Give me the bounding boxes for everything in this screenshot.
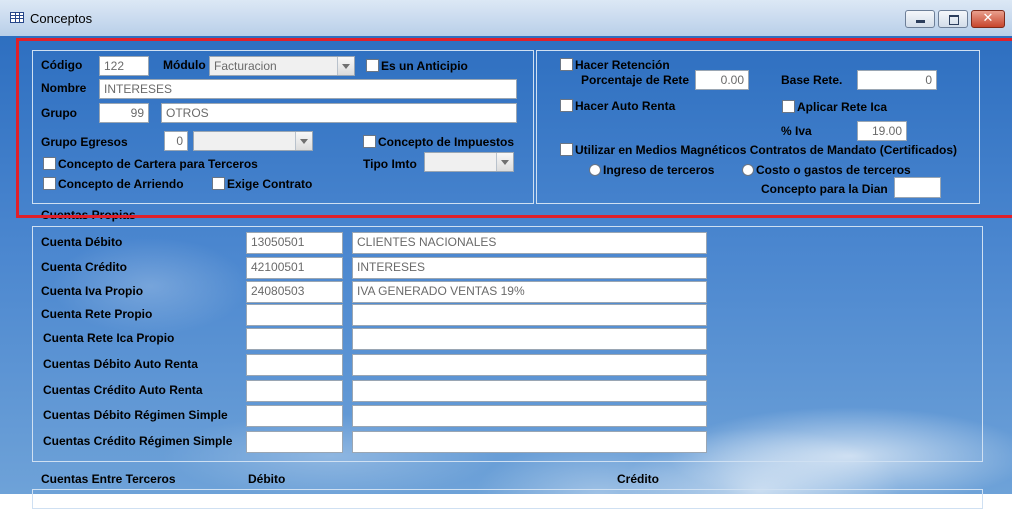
cuenta-code-field[interactable] (246, 405, 343, 427)
cuenta-row-label: Cuenta Rete Ica Propio (43, 331, 175, 345)
cuenta-code-field[interactable] (246, 354, 343, 376)
cuenta-code-field[interactable]: 24080503 (246, 281, 343, 303)
close-button[interactable]: ✕ (971, 10, 1005, 28)
cuenta-row-label: Cuenta Débito (41, 235, 123, 249)
cuenta-name-field[interactable] (352, 328, 707, 350)
cuenta-row-label: Cuentas Crédito Auto Renta (43, 383, 203, 397)
cuenta-row-label: Cuenta Iva Propio (41, 284, 144, 298)
cuenta-name-field[interactable] (352, 304, 707, 326)
cuenta-name-field[interactable]: CLIENTES NACIONALES (352, 232, 707, 254)
cuenta-name-field[interactable]: IVA GENERADO VENTAS 19% (352, 281, 707, 303)
terceros-credito-header: Crédito (617, 472, 659, 486)
highlight-frame (16, 38, 1012, 218)
cuenta-row-label: Cuenta Rete Propio (41, 307, 153, 321)
cuentas-terceros-title: Cuentas Entre Terceros (41, 472, 176, 486)
cuenta-name-field[interactable] (352, 405, 707, 427)
cuenta-code-field[interactable] (246, 431, 343, 453)
cuenta-row-label: Cuentas Débito Auto Renta (43, 357, 198, 371)
cuenta-name-field[interactable] (352, 431, 707, 453)
minimize-button[interactable] (905, 10, 935, 28)
cuentas-terceros-group (32, 489, 983, 509)
cuenta-code-field[interactable]: 42100501 (246, 257, 343, 279)
cuenta-code-field[interactable] (246, 328, 343, 350)
close-icon: ✕ (982, 11, 994, 26)
cuenta-name-field[interactable]: INTERESES (352, 257, 707, 279)
maximize-button[interactable] (938, 10, 968, 28)
cuenta-code-field[interactable]: 13050501 (246, 232, 343, 254)
title-bar: Conceptos ✕ (0, 0, 1012, 37)
cuenta-name-field[interactable] (352, 380, 707, 402)
cuenta-row-label: Cuenta Crédito (41, 260, 128, 274)
cuenta-name-field[interactable] (352, 354, 707, 376)
cuenta-code-field[interactable] (246, 380, 343, 402)
terceros-debito-header: Débito (248, 472, 286, 486)
cuenta-code-field[interactable] (246, 304, 343, 326)
cuenta-row-label: Cuentas Crédito Régimen Simple (43, 434, 233, 448)
cuenta-row-label: Cuentas Débito Régimen Simple (43, 408, 228, 422)
table-icon (10, 12, 24, 23)
window-title: Conceptos (30, 11, 93, 26)
